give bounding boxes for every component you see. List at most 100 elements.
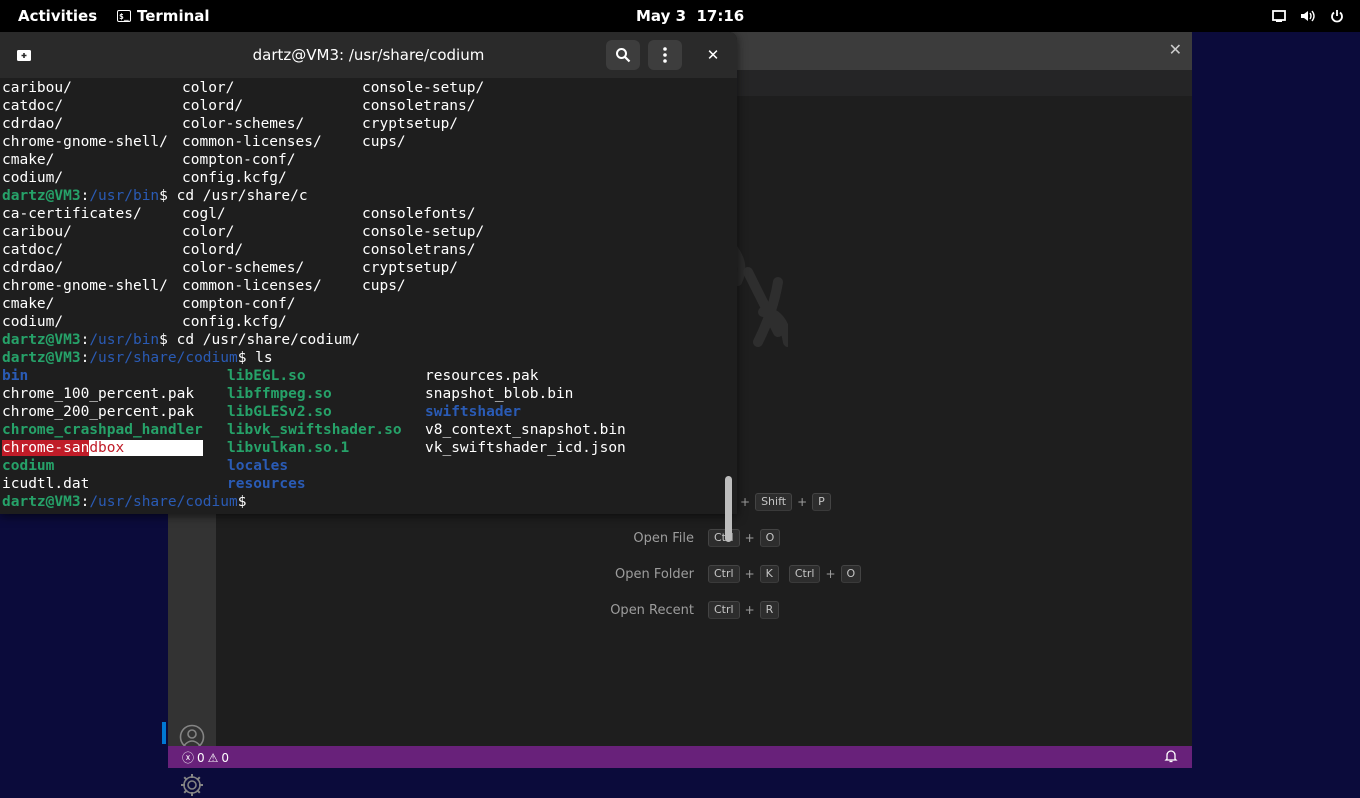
plus-sign: + bbox=[740, 495, 751, 509]
bell-icon[interactable] bbox=[1164, 749, 1178, 763]
new-tab-button[interactable] bbox=[8, 40, 40, 70]
prompt-user: dartz@VM3 bbox=[2, 188, 81, 204]
file-entry: libGLESv2.so bbox=[227, 404, 332, 420]
file-entry: cogl/ bbox=[182, 206, 226, 222]
terminal-window[interactable]: dartz@VM3: /usr/share/codium ✕ caribou/c… bbox=[0, 32, 737, 542]
app-menu-label: Terminal bbox=[137, 7, 210, 25]
output-line: chrome_100_percent.pak libffmpeg.so snapsh… bbox=[2, 385, 720, 403]
output-line: icudtl.dat resources bbox=[2, 475, 720, 493]
key-cap: Shift bbox=[755, 493, 793, 511]
file-entry: color-schemes/ bbox=[182, 260, 305, 276]
file-entry: chrome-gnome-shell/ bbox=[2, 278, 168, 294]
output-line: chrome_200_percent.pak libGLESv2.so swifts… bbox=[2, 403, 720, 421]
prompt-separator: : bbox=[80, 332, 90, 348]
prompt-command: $ bbox=[237, 494, 247, 510]
key-cap: K bbox=[759, 565, 779, 583]
prompt-line: dartz@VM3:/usr/share/codium$ ls bbox=[2, 349, 720, 367]
prompt-path: /usr/share/codium bbox=[89, 350, 238, 366]
error-icon: ⓧ bbox=[182, 751, 195, 765]
file-entry: chrome_100_percent.pak bbox=[2, 386, 195, 402]
system-tray[interactable] bbox=[1272, 0, 1344, 32]
key-cap: Ctrl bbox=[708, 565, 740, 583]
file-entry: compton-conf/ bbox=[182, 152, 296, 168]
file-entry-highlight: chrome-san bbox=[2, 440, 90, 456]
file-entry: icudtl.dat bbox=[2, 476, 90, 492]
file-entry: catdoc/ bbox=[2, 98, 64, 114]
shortcut-row-open-file[interactable]: Open File Ctrl + O bbox=[514, 528, 781, 548]
output-line: codium locales bbox=[2, 457, 720, 475]
shortcut-row-open-recent[interactable]: Open Recent Ctrl + R bbox=[514, 600, 780, 620]
close-button[interactable]: ✕ bbox=[696, 40, 730, 70]
active-indicator bbox=[162, 722, 166, 744]
new-tab-icon bbox=[17, 50, 31, 61]
file-entry: cups/ bbox=[362, 278, 406, 294]
output-line: bin libEGL.so resources.pak bbox=[2, 367, 720, 385]
scrollbar[interactable] bbox=[722, 79, 734, 511]
file-entry: consolefonts/ bbox=[362, 206, 476, 222]
prompt-command: $ cd /usr/share/codium/ bbox=[159, 332, 360, 348]
warning-icon: ⚠ bbox=[207, 750, 219, 765]
close-icon[interactable]: ✕ bbox=[1169, 40, 1182, 59]
file-entry: libvulkan.so.1 bbox=[227, 440, 350, 456]
gear-icon[interactable] bbox=[179, 772, 205, 798]
menu-button[interactable] bbox=[648, 40, 682, 70]
clock-time: 17:16 bbox=[696, 7, 745, 25]
prompt-separator: : bbox=[80, 188, 90, 204]
file-entry: cdrdao/ bbox=[2, 116, 64, 132]
file-entry: common-licenses/ bbox=[182, 278, 322, 294]
prompt-path: /usr/bin bbox=[89, 332, 160, 348]
file-entry: common-licenses/ bbox=[182, 134, 322, 150]
shortcut-label[interactable]: Open Folder bbox=[514, 567, 694, 582]
prompt-line: dartz@VM3:/usr/share/codium$ bbox=[2, 493, 720, 511]
file-entry: color/ bbox=[182, 224, 235, 240]
volume-icon bbox=[1301, 10, 1315, 22]
file-entry-highlight-rest: dbox bbox=[89, 440, 203, 456]
file-entry: cups/ bbox=[362, 134, 406, 150]
shortcut-label[interactable]: Open File bbox=[514, 531, 694, 546]
file-entry: color/ bbox=[182, 80, 235, 96]
prompt-command: $ cd /usr/share/c bbox=[159, 188, 308, 204]
file-entry: chrome_crashpad_handler bbox=[2, 422, 203, 438]
app-menu-button[interactable]: $_ Terminal bbox=[117, 0, 210, 32]
terminal-output[interactable]: caribou/color/console-setup/catdoc/color… bbox=[2, 79, 720, 511]
output-line: cmake/compton-conf/ bbox=[2, 295, 720, 313]
file-entry: consoletrans/ bbox=[362, 98, 476, 114]
display-icon bbox=[1272, 10, 1286, 22]
clock-button[interactable]: May 3 17:16 bbox=[636, 0, 744, 32]
activities-button[interactable]: Activities bbox=[18, 0, 97, 32]
file-entry: cmake/ bbox=[2, 152, 55, 168]
file-entry: consoletrans/ bbox=[362, 242, 476, 258]
file-entry: snapshot_blob.bin bbox=[425, 386, 574, 402]
file-entry: config.kcfg/ bbox=[182, 314, 287, 330]
prompt-line: dartz@VM3:/usr/bin$ cd /usr/share/codium… bbox=[2, 331, 720, 349]
file-entry: chrome-sandbox bbox=[2, 439, 203, 457]
file-entry: cmake/ bbox=[2, 296, 55, 312]
file-entry: libEGL.so bbox=[227, 368, 306, 384]
prompt-path: /usr/bin bbox=[89, 188, 160, 204]
output-line: cdrdao/color-schemes/cryptsetup/ bbox=[2, 115, 720, 133]
scrollbar-thumb[interactable] bbox=[725, 476, 732, 542]
key-cap: Ctrl bbox=[708, 601, 740, 619]
search-button[interactable] bbox=[606, 40, 640, 70]
output-line: cmake/compton-conf/ bbox=[2, 151, 720, 169]
file-entry: vk_swiftshader_icd.json bbox=[425, 440, 626, 456]
file-entry: codium bbox=[2, 458, 55, 474]
output-line: caribou/color/console-setup/ bbox=[2, 79, 720, 97]
file-entry: codium/ bbox=[2, 170, 64, 186]
terminal-headerbar[interactable]: dartz@VM3: /usr/share/codium ✕ bbox=[0, 32, 737, 78]
prompt-command: $ ls bbox=[237, 350, 273, 366]
file-entry: colord/ bbox=[182, 242, 244, 258]
terminal-app-icon: $_ bbox=[117, 10, 131, 22]
output-line: chrome-gnome-shell/common-licenses/cups/ bbox=[2, 133, 720, 151]
shortcut-row-open-folder[interactable]: Open Folder Ctrl + K Ctrl + O bbox=[514, 564, 862, 584]
shortcut-label[interactable]: Open Recent bbox=[514, 603, 694, 618]
key-cap: O bbox=[840, 565, 862, 583]
problems-status[interactable]: ⓧ 0 ⚠ 0 bbox=[182, 749, 229, 766]
file-entry: colord/ bbox=[182, 98, 244, 114]
status-bar: ⓧ 0 ⚠ 0 bbox=[168, 746, 1192, 768]
file-entry: chrome-gnome-shell/ bbox=[2, 134, 168, 150]
output-line: catdoc/colord/consoletrans/ bbox=[2, 241, 720, 259]
prompt-path: /usr/share/codium bbox=[89, 494, 238, 510]
output-line: catdoc/colord/consoletrans/ bbox=[2, 97, 720, 115]
file-entry: cryptsetup/ bbox=[362, 260, 459, 276]
